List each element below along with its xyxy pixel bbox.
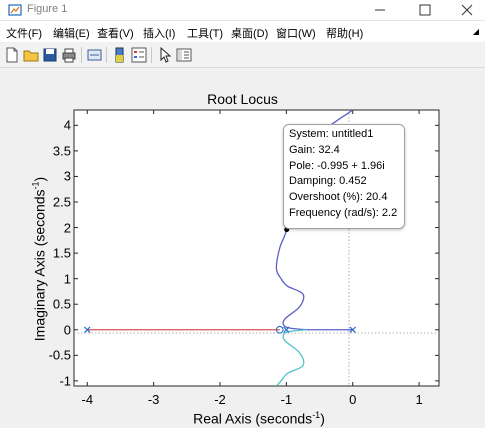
- x-tick-label: -2: [214, 392, 226, 407]
- toolbar-separator: [106, 47, 107, 63]
- y-tick-label: 1.5: [52, 245, 71, 261]
- root-locus-chart[interactable]: [0, 68, 485, 428]
- y-tick-label: 2: [63, 220, 71, 236]
- x-axis-label-text: Real Axis (seconds: [193, 410, 313, 427]
- close-icon[interactable]: [452, 0, 482, 20]
- menu-insert[interactable]: 插入(I): [143, 25, 175, 41]
- x-tick-label: 1: [415, 392, 423, 407]
- data-tip[interactable]: System: untitled1 Gain: 32.4 Pole: -0.99…: [283, 124, 405, 229]
- datatip-damping: Damping: 0.452: [289, 175, 367, 188]
- menu-help[interactable]: 帮助(H): [326, 25, 363, 41]
- legend-icon[interactable]: [130, 46, 148, 64]
- menu-tools[interactable]: 工具(T): [187, 25, 223, 41]
- x-axis-label-exponent: -1: [312, 410, 321, 420]
- y-tick-label: 4: [63, 117, 71, 133]
- y-tick-label: 2.5: [52, 194, 71, 210]
- datatip-frequency: Frequency (rad/s): 2.2: [289, 206, 398, 219]
- y-tick-label: -1: [59, 373, 71, 389]
- y-axis-label-end: ): [31, 176, 48, 182]
- maximize-icon[interactable]: [410, 0, 440, 20]
- toolbar-separator: [151, 47, 152, 63]
- x-tick-label: -3: [147, 392, 160, 407]
- y-tick-label: 3.5: [52, 143, 71, 159]
- dock-arrow-icon[interactable]: ◢: [473, 27, 479, 36]
- menu-bar: 文件(F) 编辑(E) 查看(V) 插入(I) 工具(T) 桌面(D) 窗口(W…: [0, 21, 485, 42]
- y-axis-label-text: Imaginary Axis (seconds: [31, 189, 48, 342]
- y-axis-label: Imaginary Axis (seconds-1): [31, 177, 48, 341]
- menu-edit[interactable]: 编辑(E): [53, 25, 90, 41]
- x-tick-label: -4: [81, 392, 94, 407]
- pointer-icon[interactable]: [156, 46, 174, 64]
- datatip-system: System: untitled1: [289, 128, 374, 140]
- x-axis-label: Real Axis (seconds-1): [0, 410, 485, 427]
- y-tick-label: 0: [63, 322, 71, 338]
- x-tick-label: 0: [349, 392, 357, 407]
- menu-view[interactable]: 查看(V): [97, 25, 134, 41]
- property-editor-icon[interactable]: [175, 46, 193, 64]
- menu-desktop[interactable]: 桌面(D): [231, 25, 268, 41]
- print-icon[interactable]: [60, 46, 78, 64]
- colorbar-icon[interactable]: [111, 46, 129, 64]
- save-icon[interactable]: [41, 46, 59, 64]
- open-folder-icon[interactable]: [22, 46, 40, 64]
- window-title-bar: Figure 1: [0, 0, 485, 21]
- figure-toolbar: [0, 43, 485, 68]
- window-title: Figure 1: [27, 3, 68, 15]
- y-tick-label: 1: [63, 271, 71, 287]
- figure-area: Root Locus Real Axis (seconds-1) Imagina…: [0, 68, 485, 428]
- y-axis-label-exponent: -1: [30, 181, 41, 190]
- menu-file[interactable]: 文件(F): [6, 25, 42, 41]
- x-axis-label-end: ): [320, 410, 325, 427]
- minimize-icon[interactable]: [365, 0, 395, 20]
- plot-title: Root Locus: [207, 91, 278, 107]
- datatip-gain: Gain: 32.4: [289, 143, 340, 156]
- matlab-figure-icon: [8, 4, 22, 16]
- y-tick-label: 0.5: [52, 296, 71, 312]
- datatip-overshoot: Overshoot (%): 20.4: [289, 191, 388, 204]
- y-tick-label: 3: [63, 168, 71, 184]
- datatip-pole: Pole: -0.995 + 1.96i: [289, 159, 385, 172]
- x-tick-label: -1: [280, 392, 293, 407]
- new-figure-icon[interactable]: [3, 46, 21, 64]
- toolbar-separator: [81, 47, 82, 63]
- y-tick-label: -0.5: [48, 347, 71, 363]
- link-plot-icon[interactable]: [86, 46, 104, 64]
- menu-window[interactable]: 窗口(W): [276, 25, 316, 41]
